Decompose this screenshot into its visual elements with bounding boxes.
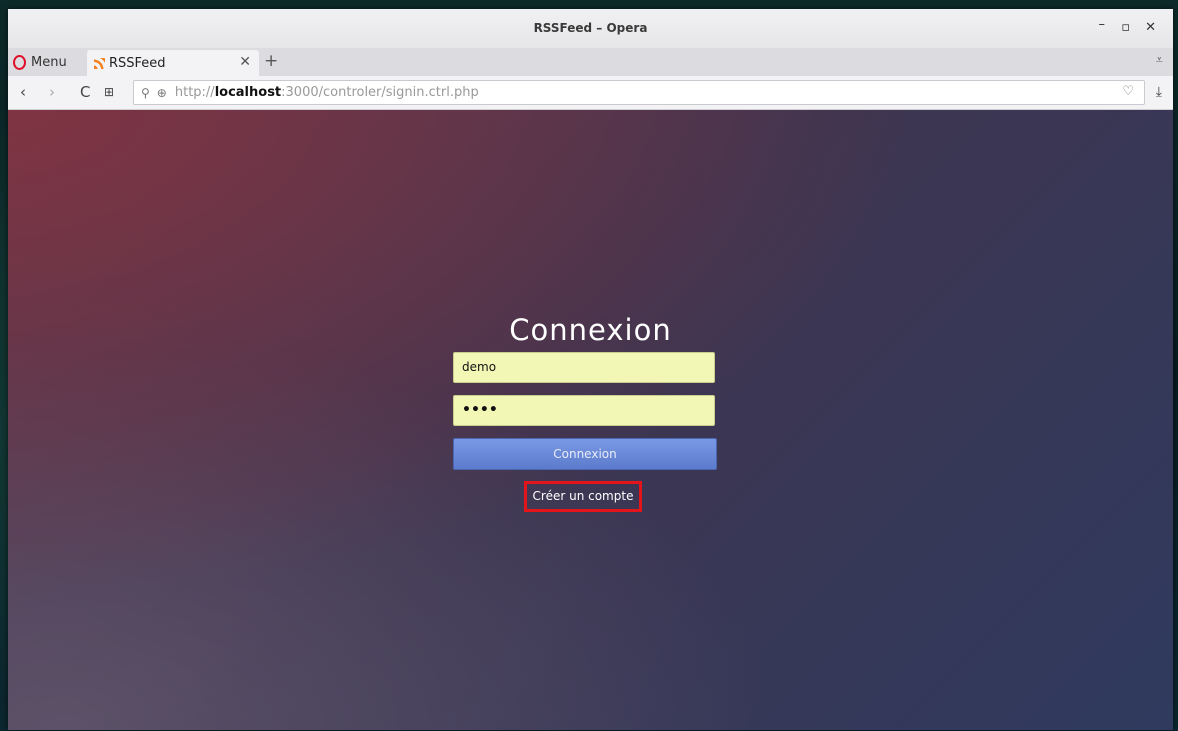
reload-button[interactable]: C: [80, 83, 90, 101]
address-bar: ‹ › C ⊞ ⚲ ⊕ http://localhost:3000/contro…: [8, 76, 1173, 110]
password-field[interactable]: ••••: [453, 395, 715, 426]
opera-menu-button[interactable]: Menu: [10, 50, 84, 74]
search-icon: ⚲: [141, 85, 150, 100]
tab-label: RSSFeed: [109, 55, 166, 71]
globe-icon[interactable]: ⊕: [157, 86, 167, 100]
heart-icon[interactable]: ♡: [1122, 84, 1134, 99]
back-button[interactable]: ‹: [20, 83, 26, 101]
opera-logo-icon: [13, 54, 26, 70]
menu-label: Menu: [31, 54, 67, 70]
url-path: :3000/controler/signin.ctrl.php: [281, 85, 479, 100]
rss-icon: [94, 57, 105, 69]
close-tab-icon[interactable]: ✕: [239, 54, 251, 70]
download-icon[interactable]: ⤓: [1156, 84, 1162, 100]
maximize-button[interactable]: ▫: [1121, 20, 1130, 35]
close-window-button[interactable]: ✕: [1145, 20, 1156, 35]
tab-rssfeed[interactable]: RSSFeed ✕: [87, 50, 259, 76]
speed-dial-icon[interactable]: ⊞: [104, 85, 114, 99]
minimize-button[interactable]: –: [1099, 17, 1106, 32]
tab-menu-icon[interactable]: ⩡: [1156, 53, 1163, 68]
url-text: http://localhost:3000/controler/signin.c…: [175, 85, 479, 100]
browser-window: RSSFeed – Opera – ▫ ✕ Menu RSSFeed ✕ + ⩡…: [8, 9, 1173, 730]
new-tab-button[interactable]: +: [264, 51, 278, 71]
create-account-link[interactable]: Créer un compte: [524, 481, 642, 512]
page-content: Connexion demo •••• Connexion Créer un c…: [8, 110, 1173, 730]
page-title: Connexion: [509, 313, 672, 347]
window-title: RSSFeed – Opera: [533, 21, 648, 35]
username-field[interactable]: demo: [453, 352, 715, 383]
url-input[interactable]: ⚲ ⊕ http://localhost:3000/controler/sign…: [133, 80, 1145, 105]
url-host: localhost: [214, 85, 282, 100]
url-prefix: http://: [174, 85, 215, 100]
login-button[interactable]: Connexion: [453, 438, 717, 470]
tab-bar: Menu RSSFeed ✕ + ⩡: [8, 48, 1173, 76]
forward-button[interactable]: ›: [49, 83, 55, 101]
title-bar: RSSFeed – Opera – ▫ ✕: [8, 9, 1173, 48]
